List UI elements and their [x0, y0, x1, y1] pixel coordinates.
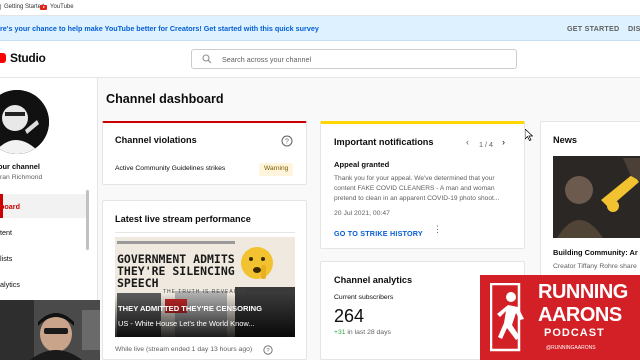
- bookmark-getting-started[interactable]: Getting Started: [0, 4, 44, 10]
- news-card: News Building Community: Ar Creator Tiff…: [540, 121, 640, 281]
- get-started-button[interactable]: GET STARTED: [567, 24, 619, 33]
- bookmark-youtube[interactable]: YouTube: [40, 4, 74, 10]
- search-icon: [202, 54, 212, 64]
- pager-count: 1 / 4: [479, 140, 493, 149]
- bookmark-label: YouTube: [50, 4, 74, 10]
- sidebar-item-analytics[interactable]: alytics: [0, 272, 86, 296]
- your-channel-label: our channel: [0, 162, 40, 171]
- logo-word-podcast: PODCAST: [544, 327, 605, 339]
- logo-word-running: RUNNING: [538, 281, 628, 303]
- webcam-feed: [0, 300, 100, 360]
- chevron-left-icon[interactable]: ‹: [466, 137, 469, 147]
- strikes-label: Active Community Guidelines strikes: [115, 165, 226, 172]
- sidebar-item-dashboard[interactable]: board: [0, 194, 86, 218]
- subscribers-delta: +31 in last 28 days: [334, 329, 391, 336]
- notification-heading: Appeal granted: [334, 160, 390, 169]
- youtube-icon: [40, 4, 47, 10]
- youtube-logo-icon[interactable]: [0, 53, 6, 63]
- logo-word-aarons: AARONS: [538, 304, 622, 326]
- help-icon[interactable]: ?: [281, 135, 293, 147]
- mouse-cursor-icon: [525, 129, 533, 141]
- studio-logo-text[interactable]: Studio: [10, 51, 46, 65]
- help-icon[interactable]: ?: [263, 345, 273, 355]
- card-title: Important notifications: [334, 137, 434, 147]
- webcam-overlay: [0, 300, 100, 360]
- status-badge: Warning: [259, 163, 294, 176]
- sidebar-item-label: board: [0, 202, 20, 211]
- chevron-right-icon[interactable]: ›: [502, 137, 505, 147]
- more-vert-icon[interactable]: ⋮: [433, 225, 442, 234]
- podcast-logo: RUNNING AARONS PODCAST @RUNNINGAARONS: [480, 275, 640, 360]
- sidebar-item-playlists[interactable]: lists: [0, 246, 86, 270]
- search-placeholder: Search across your channel: [222, 55, 312, 64]
- sidebar-item-content[interactable]: tent: [0, 220, 86, 244]
- logo-handle: @RUNNINGAARONS: [546, 345, 596, 351]
- exit-runner-icon: [490, 283, 524, 352]
- app-header: Studio Search across your channel: [0, 41, 640, 78]
- video-title-line1[interactable]: THEY ADMITTED THEY'RE CENSORING: [118, 304, 262, 313]
- thumbnail-gradient: [115, 293, 295, 337]
- sidebar-scrollbar[interactable]: [86, 190, 89, 250]
- sidebar-item-label: tent: [0, 228, 12, 237]
- channel-avatar[interactable]: [0, 90, 49, 154]
- news-headline[interactable]: Building Community: Ar: [553, 248, 638, 257]
- channel-violations-card: Channel violations ? Active Community Gu…: [102, 121, 307, 185]
- bookmark-label: Getting Started: [4, 4, 45, 10]
- dismiss-button[interactable]: DIS: [628, 24, 640, 33]
- bookmark-icon: [0, 4, 1, 10]
- notification-body: Thank you for your appeal. We've determi…: [334, 175, 500, 202]
- subscribers-label: Current subscribers: [334, 294, 394, 301]
- search-input[interactable]: Search across your channel: [191, 49, 517, 69]
- delta-value: +31: [334, 329, 346, 336]
- banner-text: re's your chance to help make YouTube be…: [0, 24, 319, 33]
- news-graphic: [553, 156, 640, 238]
- delta-period: in last 28 days: [347, 329, 391, 336]
- live-stream-card: Latest live stream performance GOVERNMEN…: [102, 200, 307, 360]
- page-title: Channel dashboard: [106, 92, 224, 106]
- card-title: News: [553, 135, 578, 145]
- card-title: Channel violations: [115, 135, 197, 145]
- thumbnail-headline: GOVERNMENT ADMITS THEY'RE SILENCING SPEE…: [117, 252, 235, 290]
- news-byline: Creator Tiffany Rohre share: [553, 263, 637, 270]
- divider: [115, 232, 295, 233]
- strike-history-link[interactable]: GO TO STRIKE HISTORY: [334, 229, 423, 238]
- card-title: Latest live stream performance: [115, 214, 251, 224]
- survey-banner: re's your chance to help make YouTube be…: [0, 16, 640, 41]
- video-title-line2[interactable]: US - White House Let's the World Know...: [118, 319, 254, 328]
- stream-meta: While live (stream ended 1 day 13 hours …: [115, 346, 253, 353]
- thumbnail-subheadline: THE TRUTH IS REVEALED: [163, 289, 247, 295]
- bookmarks-bar: Getting Started YouTube: [0, 0, 640, 16]
- sidebar-item-label: lists: [0, 254, 13, 263]
- svg-text:?: ?: [266, 348, 270, 354]
- notifications-card: Important notifications ‹ 1 / 4 › Appeal…: [320, 121, 525, 249]
- subscribers-count: 264: [334, 306, 365, 326]
- card-title: Channel analytics: [334, 275, 413, 285]
- avatar-photo: [0, 90, 49, 154]
- notification-date: 20 Jul 2021, 00:47: [334, 210, 390, 217]
- sidebar-item-label: alytics: [0, 280, 20, 289]
- svg-text:?: ?: [285, 139, 289, 146]
- news-image[interactable]: [553, 156, 640, 238]
- channel-name: ran Richmond: [0, 174, 43, 181]
